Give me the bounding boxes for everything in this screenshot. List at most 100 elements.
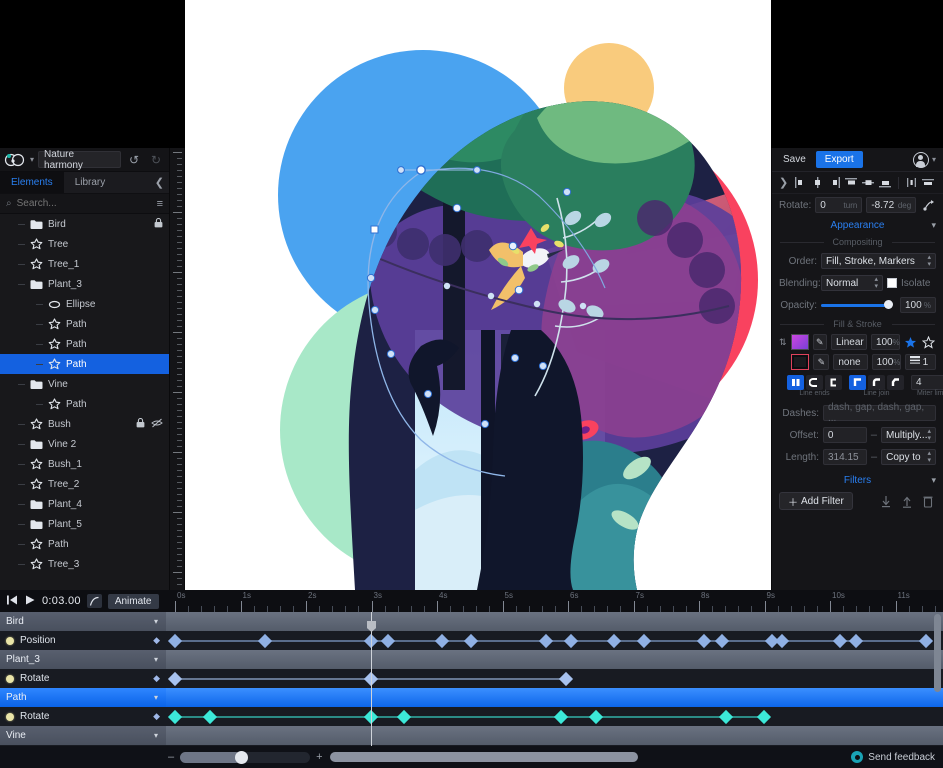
align-top-icon[interactable] <box>844 175 859 190</box>
stroke-opacity-field[interactable]: 100 % <box>872 354 901 370</box>
round-cap-icon[interactable] <box>806 375 823 390</box>
align-bottom-icon[interactable] <box>878 175 893 190</box>
track-group-vine[interactable]: Vine▾ <box>0 726 166 745</box>
blending-stepper-icon[interactable]: ▴▾ <box>874 276 878 290</box>
tree-item-path[interactable]: Path <box>0 354 169 374</box>
length-mode-stepper-icon[interactable]: ▴▾ <box>927 450 931 464</box>
keyframe-marker[interactable] <box>833 633 847 647</box>
timeline-keyframe-area[interactable] <box>166 612 943 746</box>
timeline-horizontal-scrollbar[interactable] <box>330 752 638 762</box>
keyframe-marker[interactable] <box>539 633 553 647</box>
offset-mode-stepper-icon[interactable]: ▴▾ <box>927 428 931 442</box>
align-right-icon[interactable] <box>827 175 842 190</box>
chevron-down-icon[interactable]: ▾ <box>154 655 158 664</box>
keyframe-marker[interactable] <box>381 633 395 647</box>
tree-item-path[interactable]: Path <box>0 534 169 554</box>
tree-item-vine[interactable]: Vine <box>0 374 169 394</box>
round-join-icon[interactable] <box>868 375 885 390</box>
opacity-slider[interactable] <box>821 304 896 307</box>
export-button[interactable]: Export <box>816 151 863 168</box>
keyframe-marker[interactable] <box>589 709 603 723</box>
tree-item-tree-3[interactable]: Tree_3 <box>0 554 169 574</box>
keyframe-row-rotate-3[interactable] <box>166 669 943 688</box>
keyframe-marker[interactable] <box>168 709 182 723</box>
track-group-bird[interactable]: Bird▾ <box>0 612 166 631</box>
distribute-vertical-icon[interactable] <box>921 175 936 190</box>
minus-icon[interactable]: – <box>168 751 174 763</box>
tree-item-path[interactable]: Path <box>0 334 169 354</box>
rotate-turns-field[interactable]: 0 turn <box>815 197 862 213</box>
track-prop-rotate-3[interactable]: Rotate◆ <box>0 669 166 688</box>
filters-section-header[interactable]: Filters ▾ <box>772 471 943 489</box>
length-field[interactable]: 314.15 <box>823 449 867 465</box>
appearance-caret-icon[interactable]: ▾ <box>931 220 936 231</box>
undo-icon[interactable]: ↺ <box>125 151 143 168</box>
keyframe-row-group-vine[interactable] <box>166 726 943 745</box>
tree-item-path[interactable]: Path <box>0 394 169 414</box>
save-button[interactable]: Save <box>779 152 810 167</box>
project-dropdown-icon[interactable]: ▾ <box>30 155 34 164</box>
timeline-track-labels[interactable]: Bird▾Position◆Plant_3▾Rotate◆Path▾Rotate… <box>0 612 166 746</box>
align-middle-vertical-icon[interactable] <box>861 175 876 190</box>
chevron-down-icon[interactable]: ▾ <box>154 617 158 626</box>
isolate-checkbox[interactable] <box>887 278 897 288</box>
export-filter-icon[interactable] <box>898 493 915 509</box>
filters-caret-icon[interactable]: ▾ <box>931 475 936 486</box>
tree-item-bush[interactable]: Bush <box>0 414 169 434</box>
rotate-degrees-field[interactable]: -8.72 deg <box>866 197 916 213</box>
offset-field[interactable]: 0 <box>823 427 867 443</box>
tree-item-ellipse[interactable]: Ellipse <box>0 294 169 314</box>
search-input[interactable] <box>17 198 152 209</box>
track-group-path[interactable]: Path▾ <box>0 688 166 707</box>
tree-item-vine-2[interactable]: Vine 2 <box>0 434 169 454</box>
keyframe-marker[interactable] <box>637 633 651 647</box>
opacity-slider-knob[interactable] <box>884 300 893 309</box>
blending-select[interactable]: Normal ▴▾ <box>821 275 883 291</box>
timeline-zoom-control[interactable]: – + <box>168 751 323 763</box>
current-time-display[interactable]: 0:03.00 <box>42 595 81 607</box>
keyframe-marker[interactable] <box>849 633 863 647</box>
zoom-slider[interactable] <box>180 752 310 763</box>
redo-icon[interactable]: ↻ <box>147 151 165 168</box>
offset-mode-select[interactable]: Multiply... ▴▾ <box>881 427 936 443</box>
keyframe-marker[interactable] <box>715 633 729 647</box>
fill-type-field[interactable]: Linear <box>831 334 867 350</box>
keyframe-marker[interactable] <box>464 633 478 647</box>
playhead[interactable] <box>371 612 372 746</box>
keyframe-row-rotate-5[interactable] <box>166 707 943 726</box>
fill-opacity-field[interactable]: 100 % <box>871 334 900 350</box>
chevron-down-icon[interactable]: ▾ <box>154 693 158 702</box>
swap-fill-stroke-icon[interactable]: ⇅ <box>779 337 787 348</box>
stroke-width-field[interactable]: 1 <box>905 354 936 370</box>
animate-button[interactable]: Animate <box>108 594 159 609</box>
order-select[interactable]: Fill, Stroke, Markers ▴▾ <box>821 253 936 269</box>
fill-eyedropper-icon[interactable]: ✎ <box>813 334 827 350</box>
keyframe-marker[interactable] <box>697 633 711 647</box>
tree-item-plant-3[interactable]: Plant_3 <box>0 274 169 294</box>
hidden-eye-icon[interactable] <box>151 418 163 430</box>
add-filter-button[interactable]: ＋ Add Filter <box>779 492 853 510</box>
plus-icon[interactable]: + <box>316 751 322 763</box>
dashes-field[interactable]: dash, gap, dash, gap, ... <box>823 405 936 421</box>
distribute-horizontal-icon[interactable] <box>904 175 919 190</box>
zoom-slider-knob[interactable] <box>235 751 248 764</box>
collapse-panel-icon[interactable]: ❮ <box>155 176 164 189</box>
order-stepper-icon[interactable]: ▴▾ <box>927 254 931 268</box>
tree-item-bush-1[interactable]: Bush_1 <box>0 454 169 474</box>
timeline-ruler[interactable]: 0s1s2s3s4s5s6s7s8s9s10s11s <box>166 590 943 612</box>
rewind-to-start-icon[interactable] <box>6 594 18 609</box>
track-group-plant-3[interactable]: Plant_3▾ <box>0 650 166 669</box>
lock-icon[interactable] <box>136 418 145 430</box>
lock-icon[interactable] <box>154 218 163 230</box>
tree-item-path[interactable]: Path <box>0 314 169 334</box>
bevel-join-icon[interactable] <box>887 375 904 390</box>
chevron-down-icon[interactable]: ▾ <box>154 731 158 740</box>
keyframe-marker[interactable] <box>775 633 789 647</box>
align-left-icon[interactable] <box>793 175 808 190</box>
timeline-vertical-scrollbar[interactable] <box>934 614 941 692</box>
stroke-eyedropper-icon[interactable]: ✎ <box>813 354 829 370</box>
keyframe-marker[interactable] <box>719 709 733 723</box>
keyframe-marker[interactable] <box>554 709 568 723</box>
align-center-horizontal-icon[interactable] <box>810 175 825 190</box>
miter-join-icon[interactable] <box>849 375 866 390</box>
